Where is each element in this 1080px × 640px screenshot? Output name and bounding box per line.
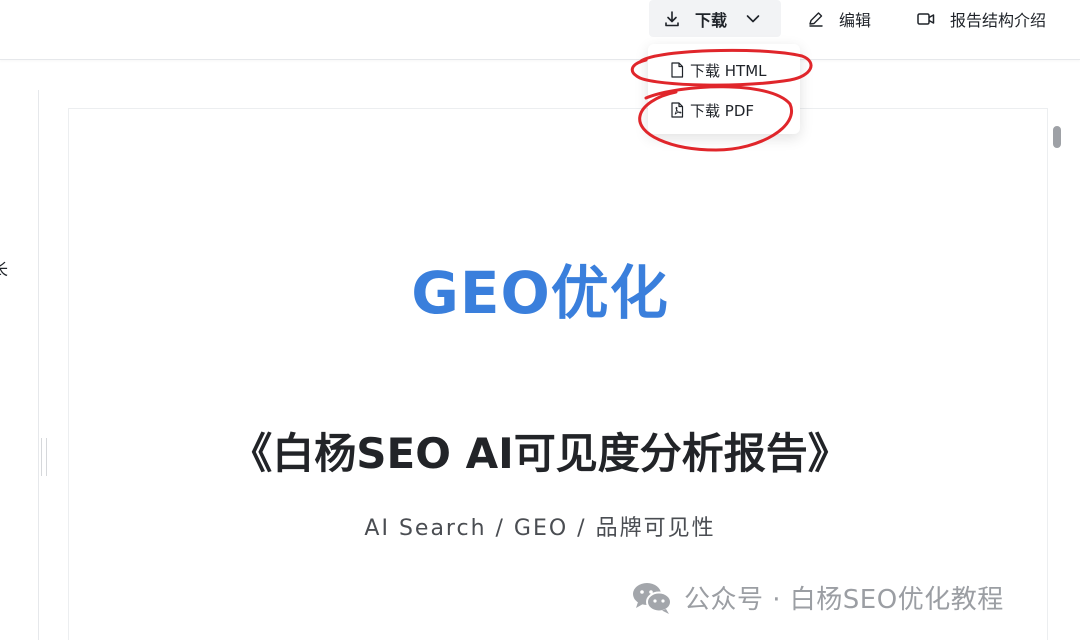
report-structure-button[interactable]: 报告结构介绍: [916, 0, 1046, 37]
video-icon: [916, 10, 936, 28]
download-pdf-item[interactable]: 下载 PDF: [648, 94, 800, 126]
watermark: 公众号 · 白杨SEO优化教程: [630, 579, 1004, 616]
download-html-label: 下载 HTML: [690, 61, 767, 80]
document-subtitle: AI Search / GEO / 品牌可见性: [364, 516, 716, 541]
pencil-icon: [807, 10, 825, 28]
download-html-item[interactable]: 下载 HTML: [648, 54, 800, 86]
edit-button[interactable]: 编辑: [807, 0, 871, 37]
chevron-down-icon: [745, 11, 761, 27]
document-title: GEO优化: [411, 259, 669, 327]
file-icon: [670, 62, 684, 78]
download-button[interactable]: 下载: [649, 0, 781, 37]
document-heading: 《白杨SEO AI可见度分析报告》: [230, 429, 850, 478]
download-button-label: 下载: [695, 10, 728, 30]
watermark-text: 公众号 · 白杨SEO优化教程: [684, 585, 1004, 615]
scrollbar-thumb[interactable]: [1053, 126, 1061, 148]
top-toolbar: 下载 编辑 报告结构介绍: [0, 0, 1080, 60]
wechat-icon: [630, 580, 674, 616]
document-page: [68, 108, 1048, 640]
report-structure-label: 报告结构介绍: [950, 10, 1047, 30]
download-pdf-label: 下载 PDF: [690, 101, 754, 120]
scrollbar-track[interactable]: [1050, 118, 1064, 640]
left-panel-divider: [38, 90, 39, 640]
download-icon: [663, 10, 681, 28]
edit-button-label: 编辑: [839, 10, 872, 30]
download-dropdown-menu: 下载 HTML 下载 PDF: [648, 44, 800, 134]
pdf-file-icon: [670, 102, 684, 118]
